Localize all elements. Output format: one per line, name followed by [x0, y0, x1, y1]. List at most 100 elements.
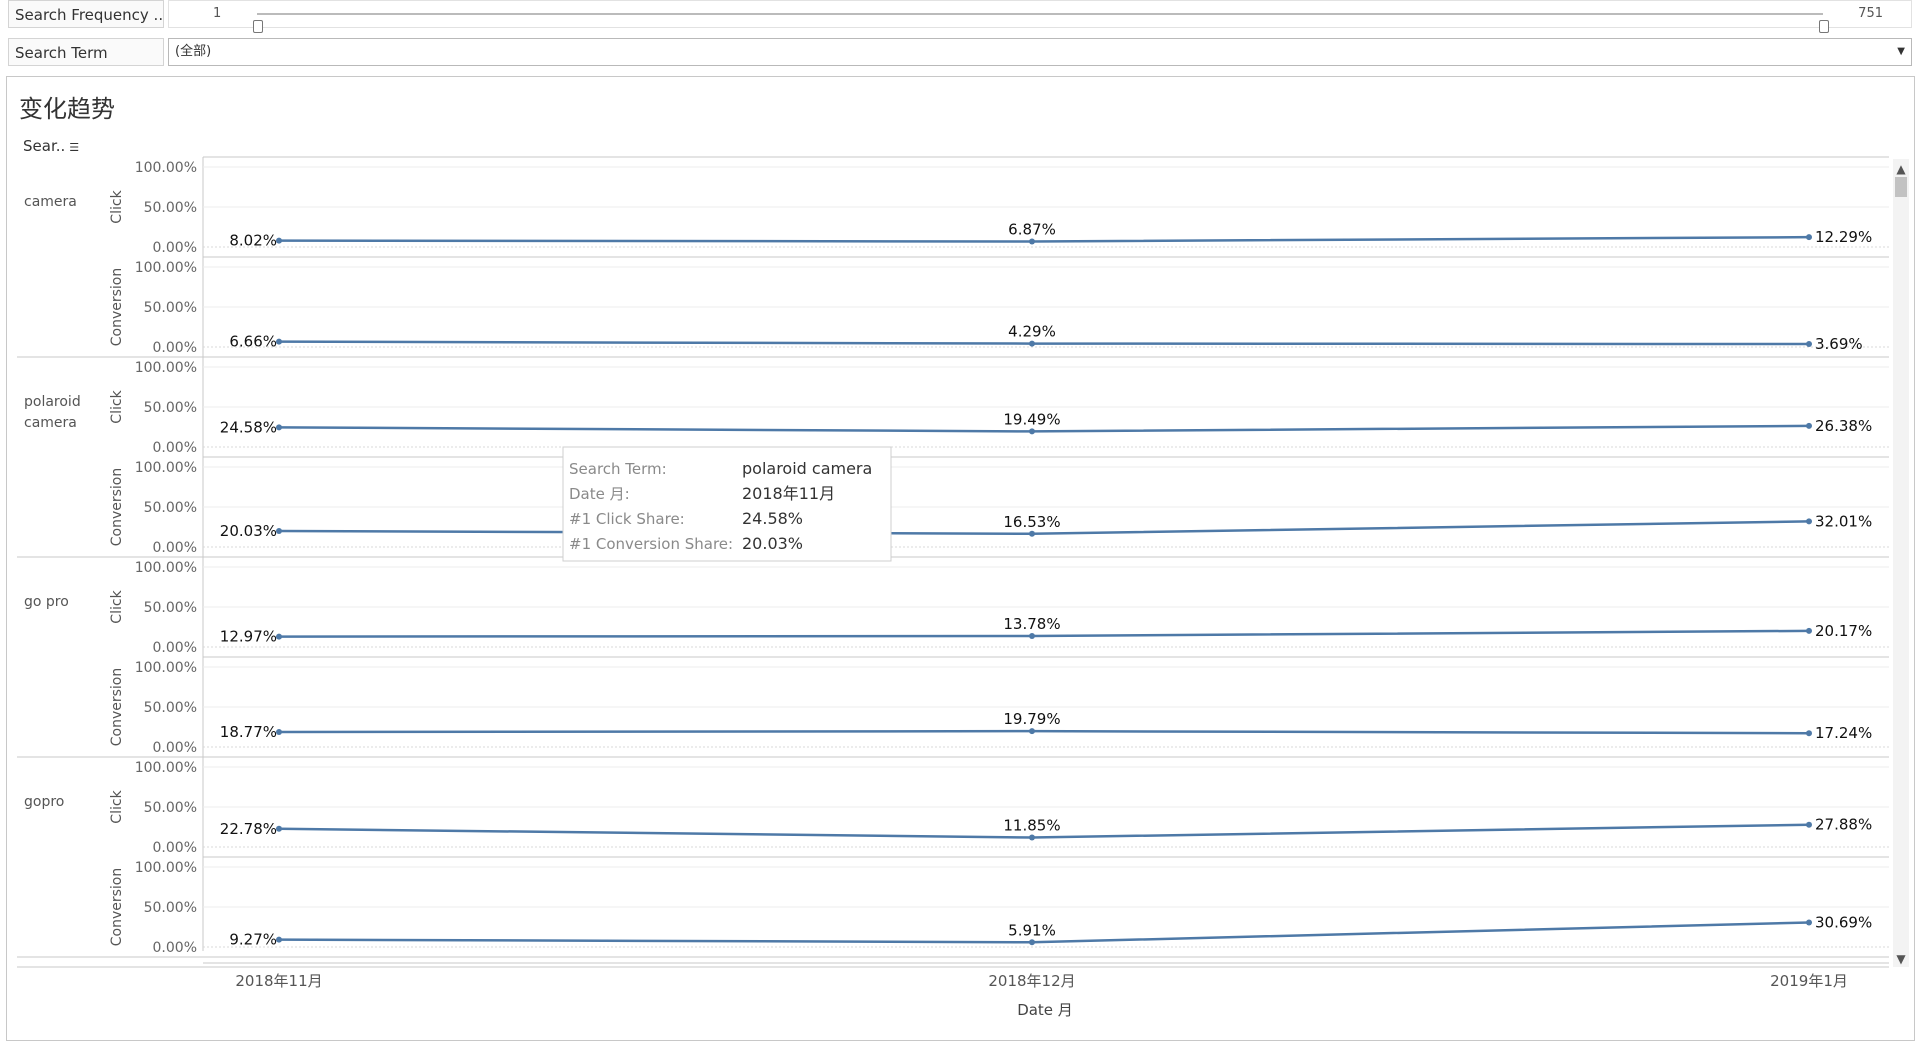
data-point — [1806, 821, 1812, 828]
y-tick-label: 0.00% — [153, 240, 197, 256]
data-point — [1806, 234, 1812, 241]
chevron-down-icon[interactable]: ▼ — [1897, 39, 1905, 65]
data-label: 5.91% — [1008, 921, 1056, 939]
slider-low-handle[interactable] — [253, 20, 263, 33]
tooltip-value: 2018年11月 — [742, 484, 835, 503]
data-label: 8.02% — [229, 232, 277, 250]
data-label: 11.85% — [1003, 817, 1060, 835]
y-tick-label: 100.00% — [135, 260, 197, 276]
data-label: 32.01% — [1815, 512, 1872, 530]
y-tick-label: 0.00% — [153, 740, 197, 756]
x-tick-label: 2019年1月 — [1770, 972, 1848, 990]
data-label: 4.29% — [1008, 323, 1056, 341]
search-frequency-label: Search Frequency ... — [8, 0, 164, 28]
row-term-label: gopro — [24, 794, 64, 810]
data-label: 20.03% — [220, 522, 277, 540]
y-tick-label: 0.00% — [153, 340, 197, 356]
search-term-label: Search Term — [8, 38, 164, 66]
y-tick-label: 0.00% — [153, 840, 197, 856]
data-point — [1029, 939, 1035, 946]
data-label: 22.78% — [220, 820, 277, 838]
y-tick-label: 50.00% — [144, 200, 197, 216]
y-tick-label: 50.00% — [144, 300, 197, 316]
slider-min-value: 1 — [213, 6, 222, 21]
data-label: 17.24% — [1815, 724, 1872, 742]
tooltip-key: Search Term: — [569, 460, 667, 478]
series-line-conversion — [278, 729, 1810, 735]
row-term-label: go pro — [24, 594, 69, 610]
measure-label-conversion: Conversion — [109, 668, 125, 747]
y-tick-label: 100.00% — [135, 160, 197, 176]
y-tick-label: 0.00% — [153, 540, 197, 556]
y-tick-label: 50.00% — [144, 900, 197, 916]
x-tick-label: 2018年12月 — [988, 972, 1075, 990]
y-tick-label: 100.00% — [135, 860, 197, 876]
y-tick-label: 100.00% — [135, 460, 197, 476]
data-label: 12.29% — [1815, 228, 1872, 246]
data-label: 24.58% — [220, 418, 277, 436]
data-label: 16.53% — [1003, 513, 1060, 531]
search-term-value: (全部) — [175, 44, 212, 59]
scroll-up-icon[interactable]: ▲ — [1896, 162, 1906, 176]
search-term-filter: Search Term (全部) ▼ — [8, 38, 1912, 66]
trend-chart: camera Click 100.00% 50.00% 0.00% 8.02% 6.87% 1… — [17, 156, 1909, 1019]
data-point — [1029, 728, 1035, 735]
data-label: 3.69% — [1815, 335, 1863, 353]
row-term-label: polaroid — [24, 394, 81, 410]
measure-label-click: Click — [109, 589, 125, 623]
slider-max-value: 751 — [1858, 6, 1883, 21]
search-term-dropdown[interactable]: (全部) ▼ — [168, 38, 1912, 66]
y-tick-label: 100.00% — [135, 360, 197, 376]
tooltip-value: polaroid camera — [742, 459, 872, 478]
scrollbar-track — [1893, 159, 1909, 967]
y-tick-label: 0.00% — [153, 940, 197, 956]
data-label: 18.77% — [220, 723, 277, 741]
measure-label-click: Click — [109, 789, 125, 823]
data-label: 26.38% — [1815, 417, 1872, 435]
tooltip-key: Date 月: — [569, 485, 630, 503]
y-tick-label: 50.00% — [144, 600, 197, 616]
data-label: 27.88% — [1815, 816, 1872, 834]
data-point — [1806, 341, 1812, 348]
data-label: 30.69% — [1815, 913, 1872, 931]
y-tick-label: 100.00% — [135, 560, 197, 576]
y-tick-label: 0.00% — [153, 440, 197, 456]
scrollbar-thumb[interactable] — [1895, 177, 1907, 197]
data-label: 19.49% — [1003, 410, 1060, 428]
data-label: 9.27% — [229, 931, 277, 949]
data-label: 20.17% — [1815, 622, 1872, 640]
y-tick-label: 50.00% — [144, 700, 197, 716]
x-tick-label: 2018年11月 — [235, 972, 322, 990]
data-point — [1806, 919, 1812, 926]
scroll-down-icon[interactable]: ▼ — [1896, 952, 1906, 966]
tooltip-value: 24.58% — [742, 509, 803, 528]
tooltip-value: 20.03% — [742, 534, 803, 553]
row-term-label-line2: camera — [24, 415, 77, 431]
data-point — [1806, 422, 1812, 429]
y-tick-label: 100.00% — [135, 760, 197, 776]
search-frequency-slider[interactable]: 1 751 — [168, 0, 1912, 33]
slider-high-handle[interactable] — [1819, 20, 1829, 33]
data-point — [1806, 730, 1812, 737]
y-tick-label: 50.00% — [144, 400, 197, 416]
data-point — [1029, 632, 1035, 639]
slider-track[interactable] — [253, 13, 1829, 33]
search-frequency-filter: Search Frequency ... 1 751 — [8, 0, 1912, 33]
measure-label-conversion: Conversion — [109, 868, 125, 947]
data-point — [1029, 238, 1035, 245]
data-point — [1806, 627, 1812, 634]
measure-label-conversion: Conversion — [109, 468, 125, 547]
y-tick-label: 0.00% — [153, 640, 197, 656]
data-point — [1029, 530, 1035, 537]
measure-label-click: Click — [109, 389, 125, 423]
series-line-conversion — [278, 340, 1810, 346]
data-point — [1806, 518, 1812, 525]
data-label: 6.87% — [1008, 221, 1056, 239]
data-label: 13.78% — [1003, 615, 1060, 633]
data-label: 12.97% — [220, 628, 277, 646]
tooltip-key: #1 Click Share: — [569, 510, 685, 528]
chart-panel: 变化趋势 Sear.. ☰ camera Click 100.00% 50.00% 0.0… — [6, 76, 1915, 1041]
y-tick-label: 50.00% — [144, 500, 197, 516]
y-tick-label: 50.00% — [144, 800, 197, 816]
x-axis-title: Date 月 — [1017, 1001, 1073, 1019]
